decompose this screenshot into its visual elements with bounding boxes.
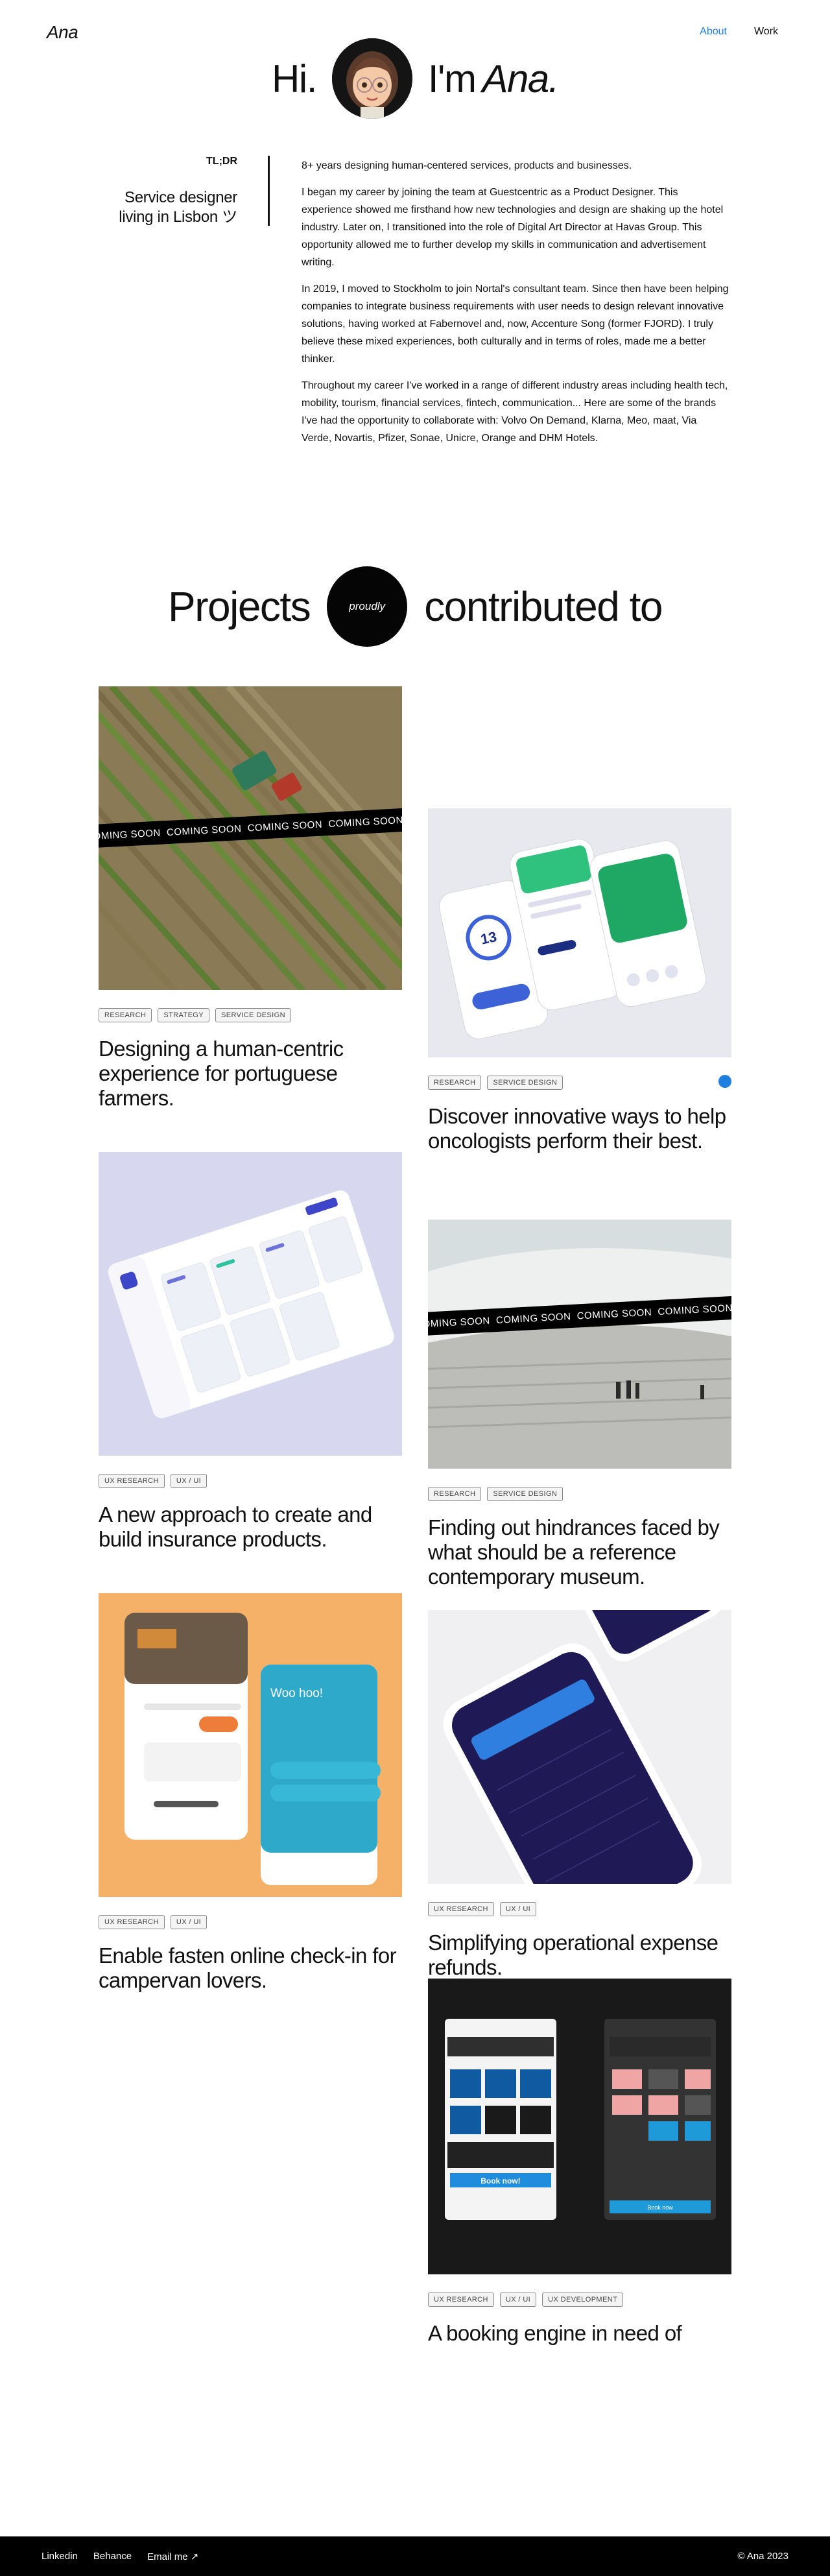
project-tags: UX RESEARCH UX / UI <box>99 1474 402 1488</box>
projects-heading-left: Projects <box>168 583 311 630</box>
campervan-app-mockup: Woo hoo! <box>99 1593 402 1897</box>
tag: SERVICE DESIGN <box>215 1008 291 1022</box>
museum-photo <box>428 1220 731 1469</box>
hero-intro: I'm <box>427 56 477 101</box>
proudly-badge-text: proudly <box>349 600 386 612</box>
project-card-farmers[interactable]: COMING SOON COMING SOON COMING SOON COMI… <box>99 686 402 1111</box>
project-image-farmers: COMING SOON COMING SOON COMING SOON COMI… <box>99 686 402 990</box>
booking-app-mockup: Book now! Book now <box>428 1979 731 2274</box>
ribbon-text: COMING SOON <box>166 823 242 838</box>
project-image-expenses <box>428 1610 731 1884</box>
projects-heading: Projects proudly contributed to <box>0 564 830 649</box>
tag: UX / UI <box>170 1474 208 1488</box>
project-title[interactable]: Designing a human-centric experience for… <box>99 1037 402 1111</box>
hero-name: Ana. <box>482 56 560 101</box>
tag: SERVICE DESIGN <box>487 1076 563 1090</box>
tldr-title: Service designer living in Lisbon ツ <box>119 189 237 226</box>
project-title[interactable]: Discover innovative ways to help oncolog… <box>428 1104 731 1153</box>
bio-paragraph: I began my career by joining the team at… <box>302 187 724 268</box>
tldr-label: TL;DR <box>206 156 237 167</box>
project-card-insurance[interactable]: UX RESEARCH UX / UI A new approach to cr… <box>99 1152 402 1552</box>
tag: UX DEVELOPMENT <box>542 2293 624 2307</box>
tldr-divider <box>268 156 270 226</box>
project-image-booking: Book now! Book now <box>428 1979 731 2274</box>
footer-links: Linkedin Behance Email me ↗ <box>42 2551 198 2562</box>
project-title[interactable]: A new approach to create and build insur… <box>99 1502 402 1552</box>
site-footer: Linkedin Behance Email me ↗ © Ana 2023 <box>0 2536 830 2576</box>
ribbon-text: COMING SOON <box>327 814 402 830</box>
memoji-avatar-icon <box>331 38 412 119</box>
project-tags: UX RESEARCH UX / UI <box>428 1902 731 1916</box>
tag: UX RESEARCH <box>99 1474 165 1488</box>
bio-paragraph: Throughout my career I've worked in a ra… <box>302 380 728 444</box>
project-image-insurance <box>99 1152 402 1456</box>
project-card-oncologists[interactable]: 13 RESEARCH SERVICE DESIGN Discover inno… <box>428 808 731 1153</box>
project-tags: UX RESEARCH UX / UI UX DEVELOPMENT <box>428 2293 731 2307</box>
tag: UX / UI <box>499 2293 537 2307</box>
tag: RESEARCH <box>428 1487 482 1501</box>
footer-copyright: © Ana 2023 <box>737 2551 788 2562</box>
project-tags: UX RESEARCH UX / UI <box>99 1915 402 1929</box>
tag: RESEARCH <box>428 1076 482 1090</box>
hero-greeting: Hi. <box>272 56 317 101</box>
project-tags: RESEARCH SERVICE DESIGN <box>428 1076 731 1090</box>
bio-paragraph: In 2019, I moved to Stockholm to join No… <box>302 283 729 365</box>
mockup-book-now: Book now! <box>480 2176 520 2185</box>
bio-text: 8+ years designing human-centered servic… <box>302 157 729 456</box>
scroll-indicator-dot[interactable] <box>718 1075 731 1088</box>
tag: RESEARCH <box>99 1008 152 1022</box>
bio-paragraph: 8+ years designing human-centered servic… <box>302 160 632 171</box>
mockup-book-now-alt: Book now <box>647 2204 673 2211</box>
footer-email-link[interactable]: Email me ↗ <box>147 2551 198 2562</box>
tag: UX / UI <box>499 1902 537 1916</box>
project-tags: RESEARCH SERVICE DESIGN <box>428 1487 731 1501</box>
tag: UX RESEARCH <box>428 2293 494 2307</box>
project-title[interactable]: Simplifying operational expense refunds. <box>428 1931 731 1980</box>
tag: UX RESEARCH <box>99 1915 165 1929</box>
tag: STRATEGY <box>158 1008 209 1022</box>
footer-linkedin-link[interactable]: Linkedin <box>42 2551 78 2562</box>
project-card-campervan[interactable]: Woo hoo! UX RESEARCH UX / UI Enable fast… <box>99 1593 402 1993</box>
proudly-badge: proudly <box>327 566 408 647</box>
project-title[interactable]: Enable fasten online check-in for camper… <box>99 1944 402 1993</box>
expenses-app-mockup <box>428 1610 731 1884</box>
project-card-museum[interactable]: COMING SOON COMING SOON COMING SOON COMI… <box>428 1220 731 1589</box>
project-image-oncologists: 13 <box>428 808 731 1057</box>
tag: UX RESEARCH <box>428 1902 494 1916</box>
ribbon-text: COMING SOON <box>99 827 161 843</box>
ribbon-text: COMING SOON <box>428 1315 491 1330</box>
avatar <box>331 38 412 119</box>
ribbon-text: COMING SOON <box>495 1310 571 1326</box>
project-title[interactable]: Finding out hindrances faced by what sho… <box>428 1515 731 1589</box>
project-card-booking[interactable]: Book now! Book now UX RESEARCH UX / UI U… <box>428 1979 731 2346</box>
tag: SERVICE DESIGN <box>487 1487 563 1501</box>
ribbon-text: COMING SOON <box>657 1302 731 1318</box>
mockup-checkin-title: Woo hoo! <box>270 1687 323 1700</box>
mockup-number: 13 <box>479 928 498 948</box>
insurance-dashboard-mockup <box>99 1152 402 1456</box>
ribbon-text: COMING SOON <box>576 1306 652 1322</box>
project-title[interactable]: A booking engine in need of <box>428 2321 731 2346</box>
hero-heading: Hi. I'm Ana. <box>0 36 830 121</box>
project-image-museum: COMING SOON COMING SOON COMING SOON COMI… <box>428 1220 731 1469</box>
project-card-expenses[interactable]: UX RESEARCH UX / UI Simplifying operatio… <box>428 1610 731 1980</box>
oncology-app-mockup: 13 <box>428 808 731 1057</box>
projects-heading-right: contributed to <box>424 583 663 630</box>
ribbon-text: COMING SOON <box>247 819 323 834</box>
footer-behance-link[interactable]: Behance <box>93 2551 132 2562</box>
project-tags: RESEARCH STRATEGY SERVICE DESIGN <box>99 1008 402 1022</box>
tag: UX / UI <box>170 1915 208 1929</box>
project-image-campervan: Woo hoo! <box>99 1593 402 1897</box>
